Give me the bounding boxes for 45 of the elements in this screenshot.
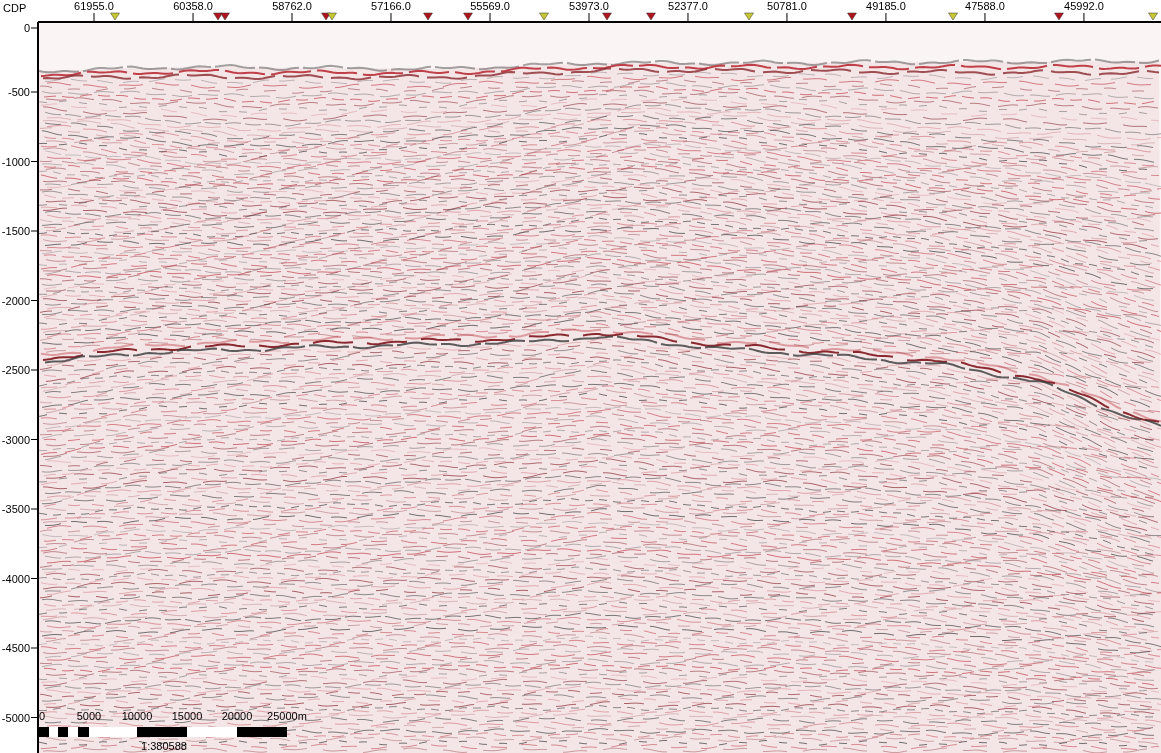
marker-triangle-icon[interactable]	[327, 12, 337, 21]
marker-triangle-icon[interactable]	[1054, 12, 1064, 21]
marker-triangle-icon[interactable]	[321, 12, 331, 21]
scale-label: 0	[39, 710, 46, 722]
axis-tick-label: -2500	[1, 364, 30, 376]
axis-tick-label: 45992.0	[1064, 0, 1104, 12]
axis-tick-label: -4000	[1, 572, 30, 585]
marker-triangle-icon[interactable]	[646, 12, 656, 21]
axis-tick-label: 58762.0	[272, 0, 312, 12]
scale-label: 25000m	[267, 710, 307, 722]
marker-triangle-icon[interactable]	[463, 12, 473, 21]
axis-tick-label: -4500	[1, 642, 30, 654]
axis-tick-label: 53973.0	[569, 0, 609, 12]
scale-ratio: 1:380588	[141, 740, 187, 752]
marker-triangle-icon[interactable]	[744, 12, 754, 21]
axis-tick-label: -1000	[1, 155, 30, 168]
scale-label: 5000	[76, 710, 102, 722]
axis-tick-label: 52377.0	[668, 0, 708, 12]
marker-triangle-icon[interactable]	[220, 12, 230, 21]
axis-tick-label: 50781.0	[767, 0, 807, 12]
scale-label: 10000	[121, 710, 153, 722]
axis-tick-label: 49185.0	[866, 0, 906, 12]
axis-tick-label: -1500	[1, 225, 30, 237]
axis-tick-label: -3000	[1, 433, 30, 446]
axis-tick-label: -3500	[1, 503, 30, 515]
axis-tick-label: 61955.0	[74, 0, 114, 12]
marker-triangle-icon[interactable]	[948, 12, 958, 21]
axis-tick-label: -5000	[1, 711, 30, 724]
marker-triangle-icon[interactable]	[539, 12, 549, 21]
marker-triangle-icon[interactable]	[423, 12, 433, 21]
marker-triangle-icon[interactable]	[213, 12, 223, 21]
marker-triangle-icon[interactable]	[110, 12, 120, 21]
axis-tick-label: 60358.0	[173, 0, 213, 12]
axis-tick-label: 0	[23, 22, 30, 34]
axis-tick-label: 57166.0	[371, 0, 411, 12]
marker-triangle-icon[interactable]	[1148, 12, 1158, 21]
scale-label: 20000	[221, 710, 253, 722]
marker-triangle-icon[interactable]	[602, 12, 612, 21]
scale-label: 15000	[171, 710, 203, 722]
marker-triangle-icon[interactable]	[847, 12, 857, 21]
axis-tick-label: 47588.0	[965, 0, 1005, 12]
axis-label: CDP	[3, 2, 27, 14]
axis-tick-label: -500	[7, 86, 30, 98]
axis-tick-label: 55569.0	[470, 0, 510, 12]
axis-tick-label: -2000	[1, 294, 30, 307]
